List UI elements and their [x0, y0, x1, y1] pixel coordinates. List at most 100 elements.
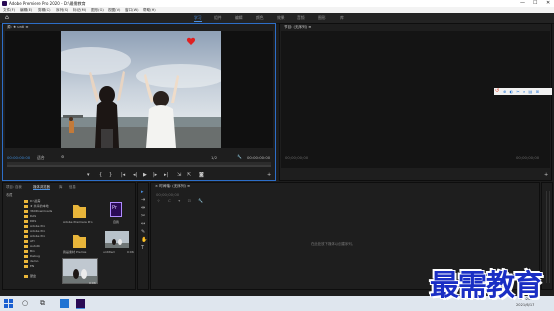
- program-add-button-icon[interactable]: +: [544, 171, 548, 179]
- razor-tool-icon[interactable]: ✂: [141, 213, 145, 219]
- tab-media-browser[interactable]: 媒体浏览器: [33, 184, 50, 190]
- tree-item[interactable]: Adobe Pro: [30, 234, 45, 238]
- tab-learn[interactable]: 学习: [194, 13, 202, 23]
- tree-item[interactable]: EN: [30, 264, 34, 268]
- tree-item[interactable]: 360Downloads: [30, 209, 52, 213]
- windows-start-icon[interactable]: [4, 299, 13, 308]
- search-icon[interactable]: ○: [22, 299, 31, 308]
- media-item-label: 自我: [113, 220, 120, 224]
- go-to-out-icon[interactable]: ▸|: [164, 171, 168, 179]
- tree-item[interactable]: D:\最需: [30, 199, 40, 203]
- program-timecode-right: 00;00;00;00: [516, 155, 540, 160]
- media-item-folder[interactable]: [68, 203, 90, 218]
- media-thumbnail[interactable]: [105, 231, 129, 248]
- tree-item[interactable]: Bin: [30, 249, 35, 253]
- source-add-button-icon[interactable]: +: [267, 171, 271, 179]
- tab-info[interactable]: 信息: [69, 184, 76, 189]
- source-fit-dropdown[interactable]: 适合: [37, 155, 45, 161]
- tree-item[interactable]: ★ 共享的本地: [30, 204, 49, 208]
- media-item-folder[interactable]: [68, 233, 90, 248]
- play-icon[interactable]: ▶: [143, 171, 147, 179]
- pen-tool-icon[interactable]: ✎: [141, 229, 145, 235]
- selection-tool-icon[interactable]: ▸: [141, 189, 144, 195]
- export-frame-icon[interactable]: ◙: [199, 171, 204, 179]
- tools-panel: ▸ ⇥ ⇹ ✂ ↔ ✎ ✋ T: [137, 182, 149, 290]
- add-marker-icon[interactable]: ▾: [87, 171, 90, 179]
- browser-taskbar-icon[interactable]: [60, 299, 69, 308]
- source-scrollbar[interactable]: [7, 165, 271, 167]
- title-bar: Adobe Premiere Pro 2020 - D:\最需教育 — ☐ ✕: [0, 0, 554, 7]
- timeline-timecode: 00;00;00;00: [156, 192, 180, 197]
- tab-project[interactable]: 项目: 自我: [6, 184, 22, 189]
- source-settings-icon[interactable]: ⚙: [61, 154, 64, 159]
- tab-graphics[interactable]: 图形: [318, 13, 326, 23]
- folder-icon: [24, 210, 28, 213]
- timeline-tool-icons[interactable]: ⊹ ⊂ ▾ ⊡ 🔧: [157, 198, 206, 203]
- close-button[interactable]: ✕: [546, 0, 550, 7]
- tree-item[interactable]: demo: [30, 259, 39, 263]
- folder-icon: [24, 265, 28, 268]
- tree-item[interactable]: Adobe Pro: [30, 229, 45, 233]
- program-timecode-left: 00;00;00;00: [285, 155, 309, 160]
- floating-toolbar-app-icon[interactable]: ↺: [495, 88, 499, 95]
- favorites-header: 收藏: [6, 193, 13, 197]
- folder-icon: [24, 255, 28, 258]
- tree-item[interactable]: Adobe Pro: [30, 224, 45, 228]
- minimize-button[interactable]: —: [520, 0, 525, 7]
- tab-effects[interactable]: 效果: [277, 13, 285, 23]
- overwrite-icon[interactable]: ⇱: [187, 171, 191, 179]
- source-monitor-panel: 源: ★ unti ≡ 00:00:00:00 适合 ⚙ 1/2 🔧 00:00…: [2, 23, 276, 181]
- timeline-empty-message: 在此处放下媒体以创建序列。: [311, 242, 356, 246]
- audio-meters-panel: [541, 182, 553, 290]
- meter-bar-left: [546, 191, 547, 283]
- tree-item[interactable]: Debug: [30, 254, 40, 258]
- project-panel: 项目: 自我 媒体浏览器 库 信息 收藏 D:\最需 ★ 共享的本地 360Do…: [2, 182, 136, 290]
- premiere-taskbar-icon[interactable]: [76, 299, 85, 309]
- tree-item[interactable]: DRS: [30, 219, 36, 223]
- slip-tool-icon[interactable]: ↔: [141, 221, 145, 227]
- source-transport-controls: ▾ { } |◂ ◂| ▶ |▸ ▸| ⇲ ⇱ ◙ +: [3, 171, 275, 179]
- source-panel-title[interactable]: 源: ★ unti ≡: [7, 25, 28, 30]
- source-page-indicator[interactable]: 1/2: [211, 155, 217, 160]
- tab-color[interactable]: 颜色: [256, 13, 264, 23]
- ripple-edit-icon[interactable]: ⇹: [141, 205, 145, 211]
- meter-bar-right: [549, 191, 550, 283]
- folder-icon: [24, 245, 28, 248]
- go-to-in-icon[interactable]: |◂: [121, 171, 125, 179]
- tab-assembly[interactable]: 组件: [214, 13, 222, 23]
- home-icon[interactable]: ⌂: [5, 15, 11, 21]
- premiere-project-icon[interactable]: Pr: [110, 202, 122, 217]
- tab-libraries-panel[interactable]: 库: [59, 184, 62, 189]
- tree-item[interactable]: 硬盘: [30, 274, 36, 278]
- tab-editing[interactable]: 编辑: [235, 13, 243, 23]
- folder-icon: [24, 260, 28, 263]
- folder-icon: [24, 235, 28, 238]
- track-select-icon[interactable]: ⇥: [141, 197, 145, 203]
- insert-icon[interactable]: ⇲: [177, 171, 181, 179]
- tree-item[interactable]: AutoRi: [30, 244, 40, 248]
- tab-libraries[interactable]: 库: [340, 13, 344, 23]
- step-back-icon[interactable]: ◂|: [133, 171, 137, 179]
- media-duration: 0:06: [89, 281, 96, 285]
- tree-item[interactable]: DAS: [30, 214, 36, 218]
- hand-tool-icon[interactable]: ✋: [141, 237, 147, 243]
- timeline-title[interactable]: × 时间轴: (无序列) ≡: [155, 184, 190, 189]
- floating-toolbar-icons[interactable]: ⊕ ◐ ✂ ⌕ ▤ ⊞: [503, 88, 540, 95]
- tree-item[interactable]: ATI: [30, 239, 35, 243]
- watermark-logo: 最需教育: [430, 268, 543, 302]
- mark-in-icon[interactable]: {: [99, 171, 102, 179]
- folder-icon: [24, 220, 28, 223]
- source-timecode-in[interactable]: 00:00:00:00: [7, 155, 30, 160]
- media-duration: 0:06: [127, 250, 134, 254]
- tab-audio[interactable]: 音频: [297, 13, 305, 23]
- folder-icon: [24, 240, 28, 243]
- step-forward-icon[interactable]: |▸: [153, 171, 157, 179]
- program-monitor-panel: 节目: (无序列) ≡ 00;00;00;00 00;00;00;00 + ↺ …: [279, 23, 552, 181]
- maximize-button[interactable]: ☐: [533, 0, 537, 7]
- program-panel-title[interactable]: 节目: (无序列) ≡: [284, 25, 311, 30]
- source-wrench-icon[interactable]: 🔧: [237, 154, 242, 159]
- premiere-app-icon: [2, 1, 7, 6]
- task-view-icon[interactable]: ⧉: [40, 299, 49, 308]
- type-tool-icon[interactable]: T: [141, 245, 144, 251]
- mark-out-icon[interactable]: }: [109, 171, 112, 179]
